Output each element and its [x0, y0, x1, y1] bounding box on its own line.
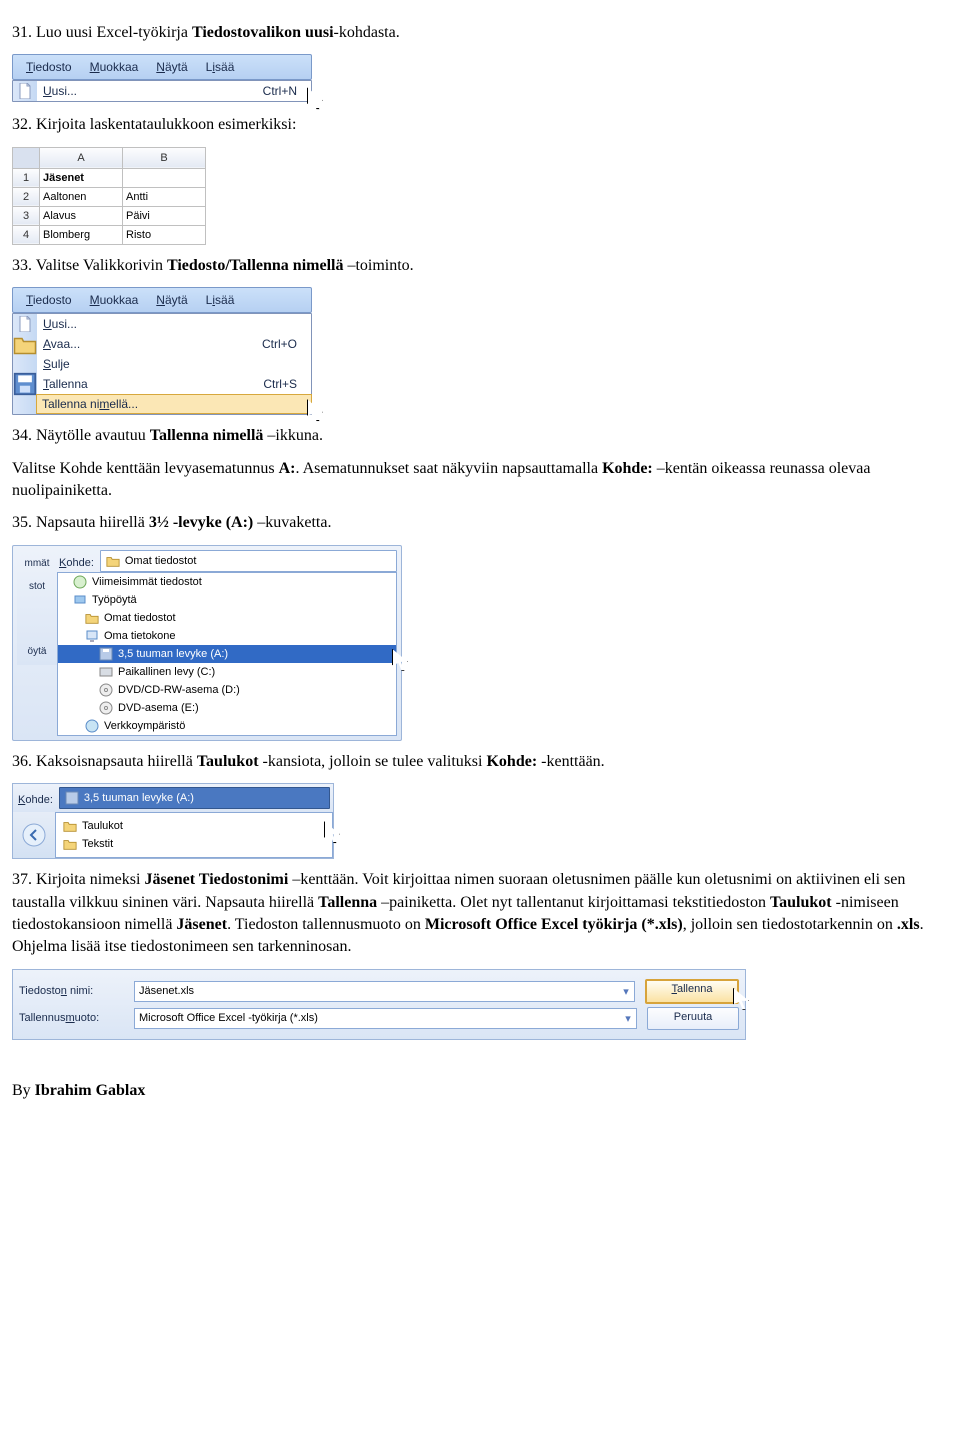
grid-corner[interactable]: [13, 147, 40, 168]
computer-icon: [84, 628, 100, 644]
kohde-field-2[interactable]: 3,5 tuuman levyke (A:): [59, 787, 330, 809]
col-A[interactable]: A: [40, 147, 123, 168]
floppy-icon: [98, 646, 114, 662]
filename-field[interactable]: Jäsenet.xls▾: [134, 981, 635, 1002]
step34-p2: Valitse Kohde kenttään levyasematunnus A…: [12, 458, 948, 503]
list-item[interactable]: Oma tietokone: [58, 627, 396, 645]
byline: By Ibrahim Gablax: [12, 1080, 948, 1102]
chevron-down-icon[interactable]: ▾: [618, 982, 634, 1001]
menubar-2: Tiedosto Muokkaa Näytä Lisää: [12, 287, 312, 313]
step33-text: 33. Valitse Valikkorivin Tiedosto/Tallen…: [12, 255, 948, 277]
network-icon: [84, 718, 100, 734]
list-item-floppy[interactable]: 3,5 tuuman levyke (A:): [58, 645, 396, 663]
menu-tiedosto-uusi: Tiedosto Muokkaa Näytä Lisää Uusi... Ctr…: [12, 54, 312, 102]
chevron-down-icon[interactable]: ▾: [620, 1009, 636, 1028]
filetype-field[interactable]: Microsoft Office Excel -työkirja (*.xls)…: [134, 1008, 637, 1029]
row-1[interactable]: 1: [13, 168, 40, 187]
cell[interactable]: Risto: [123, 225, 206, 244]
recent-icon: [72, 574, 88, 590]
new-doc-icon: [13, 81, 37, 101]
col-B[interactable]: B: [123, 147, 206, 168]
desktop-icon: [72, 592, 88, 608]
row-2[interactable]: 2: [13, 187, 40, 206]
kohde-dropdown: mmät stot öytä Kohde: Omat tiedostot Vii…: [12, 545, 402, 741]
spacer-icon: [13, 394, 37, 414]
folder-icon: [84, 610, 100, 626]
filename-label: Tiedoston nimi:: [19, 985, 134, 997]
open-icon: [13, 334, 37, 354]
cell[interactable]: Alavus: [40, 206, 123, 225]
table-row: 2AaltonenAntti: [13, 187, 206, 206]
cell[interactable]: Päivi: [123, 206, 206, 225]
list-item[interactable]: Viimeisimmät tiedostot: [58, 573, 396, 591]
row-4[interactable]: 4: [13, 225, 40, 244]
list-item[interactable]: Paikallinen levy (C:): [58, 663, 396, 681]
list-item[interactable]: DVD/CD-RW-asema (D:): [58, 681, 396, 699]
dvd-icon: [98, 682, 114, 698]
menuitem-uusi[interactable]: Uusi... Ctrl+N: [37, 81, 311, 101]
menu-lisaa[interactable]: Lisää: [197, 58, 244, 76]
folder-tekstit[interactable]: Tekstit: [60, 835, 328, 853]
menu-nayta[interactable]: Näytä: [147, 58, 196, 76]
menuitem-uusi[interactable]: Uusi...: [37, 314, 311, 334]
row-3[interactable]: 3: [13, 206, 40, 225]
step32-text: 32. Kirjoita laskentataulukkoon esimerki…: [12, 114, 948, 136]
menubar: Tiedosto Muokkaa Näytä Lisää: [12, 54, 312, 80]
cell[interactable]: Antti: [123, 187, 206, 206]
folder-taulukot[interactable]: Taulukot: [60, 817, 328, 835]
floppy-icon: [64, 790, 80, 806]
table-row: 4BlombergRisto: [13, 225, 206, 244]
kohde-label-2: Kohde:: [16, 790, 59, 806]
menuitem-tallenna[interactable]: TallennaCtrl+S: [37, 374, 311, 394]
cell[interactable]: [123, 168, 206, 187]
dvd-icon: [98, 700, 114, 716]
menu-lisaa[interactable]: Lisää: [197, 291, 244, 309]
folder-icon: [62, 818, 78, 834]
step37-text: 37. Kirjoita nimeksi Jäsenet Tiedostonim…: [12, 869, 948, 959]
filetype-label: Tallennusmuoto:: [19, 1012, 134, 1024]
hdd-icon: [98, 664, 114, 680]
kohde-side-icons: mmät stot öytä: [17, 550, 57, 665]
kohde-listbox: Viimeisimmät tiedostot Työpöytä Omat tie…: [57, 572, 397, 736]
step36-text: 36. Kaksoisnapsauta hiirellä Taulukot -k…: [12, 751, 948, 773]
folder-icon: [105, 553, 121, 569]
menu-tiedosto[interactable]: Tiedosto: [17, 291, 81, 309]
folder-list: Taulukot Tekstit: [55, 812, 333, 858]
menuitem-avaa[interactable]: Avaa...Ctrl+O: [37, 334, 311, 354]
list-item[interactable]: Omat tiedostot: [58, 609, 396, 627]
save-dialog-bottom: Tiedoston nimi: Jäsenet.xls▾ Tallenna Ta…: [12, 969, 746, 1040]
table-row: 3AlavusPäivi: [13, 206, 206, 225]
cancel-button[interactable]: Peruuta: [647, 1007, 739, 1030]
save-button[interactable]: Tallenna: [645, 979, 739, 1004]
cell[interactable]: Jäsenet: [40, 168, 123, 187]
step35-text: 35. Napsauta hiirellä 3½ -levyke (A:) –k…: [12, 512, 948, 534]
menu-dropdown-file: Uusi... Avaa...Ctrl+O Sulje TallennaCtrl…: [12, 313, 312, 415]
menu-muokkaa[interactable]: Muokkaa: [81, 291, 148, 309]
spacer-icon: [13, 354, 37, 374]
menu-muokkaa[interactable]: Muokkaa: [81, 58, 148, 76]
menuitem-tallenna-nimella[interactable]: Tallenna nimellä...: [36, 394, 312, 414]
menuitem-sulje[interactable]: Sulje: [37, 354, 311, 374]
list-item[interactable]: Työpöytä: [58, 591, 396, 609]
new-doc-icon: [13, 314, 37, 334]
cell[interactable]: Blomberg: [40, 225, 123, 244]
kohde-label: Kohde:: [57, 553, 100, 569]
kohde-field[interactable]: Omat tiedostot: [100, 550, 397, 572]
save-icon: [13, 374, 37, 394]
list-item[interactable]: DVD-asema (E:): [58, 699, 396, 717]
menu-tiedosto-tallenna: Tiedosto Muokkaa Näytä Lisää Uusi... Ava…: [12, 287, 312, 415]
back-icon-pane: [13, 812, 55, 858]
kohde-folder-view: Kohde: 3,5 tuuman levyke (A:) Taulukot T…: [12, 783, 334, 859]
menu-dropdown-uusi: Uusi... Ctrl+N: [12, 80, 312, 102]
step34-p1: 34. Näytölle avautuu Tallenna nimellä –i…: [12, 425, 948, 447]
cell[interactable]: Aaltonen: [40, 187, 123, 206]
table-row: 1Jäsenet: [13, 168, 206, 187]
menu-nayta[interactable]: Näytä: [147, 291, 196, 309]
menu-tiedosto[interactable]: Tiedosto: [17, 58, 81, 76]
list-item[interactable]: Verkkoympäristö: [58, 717, 396, 735]
step31-text: 31. Luo uusi Excel-työkirja Tiedostovali…: [12, 22, 948, 44]
excel-grid: AB 1Jäsenet 2AaltonenAntti 3AlavusPäivi …: [12, 147, 206, 245]
folder-icon: [62, 836, 78, 852]
